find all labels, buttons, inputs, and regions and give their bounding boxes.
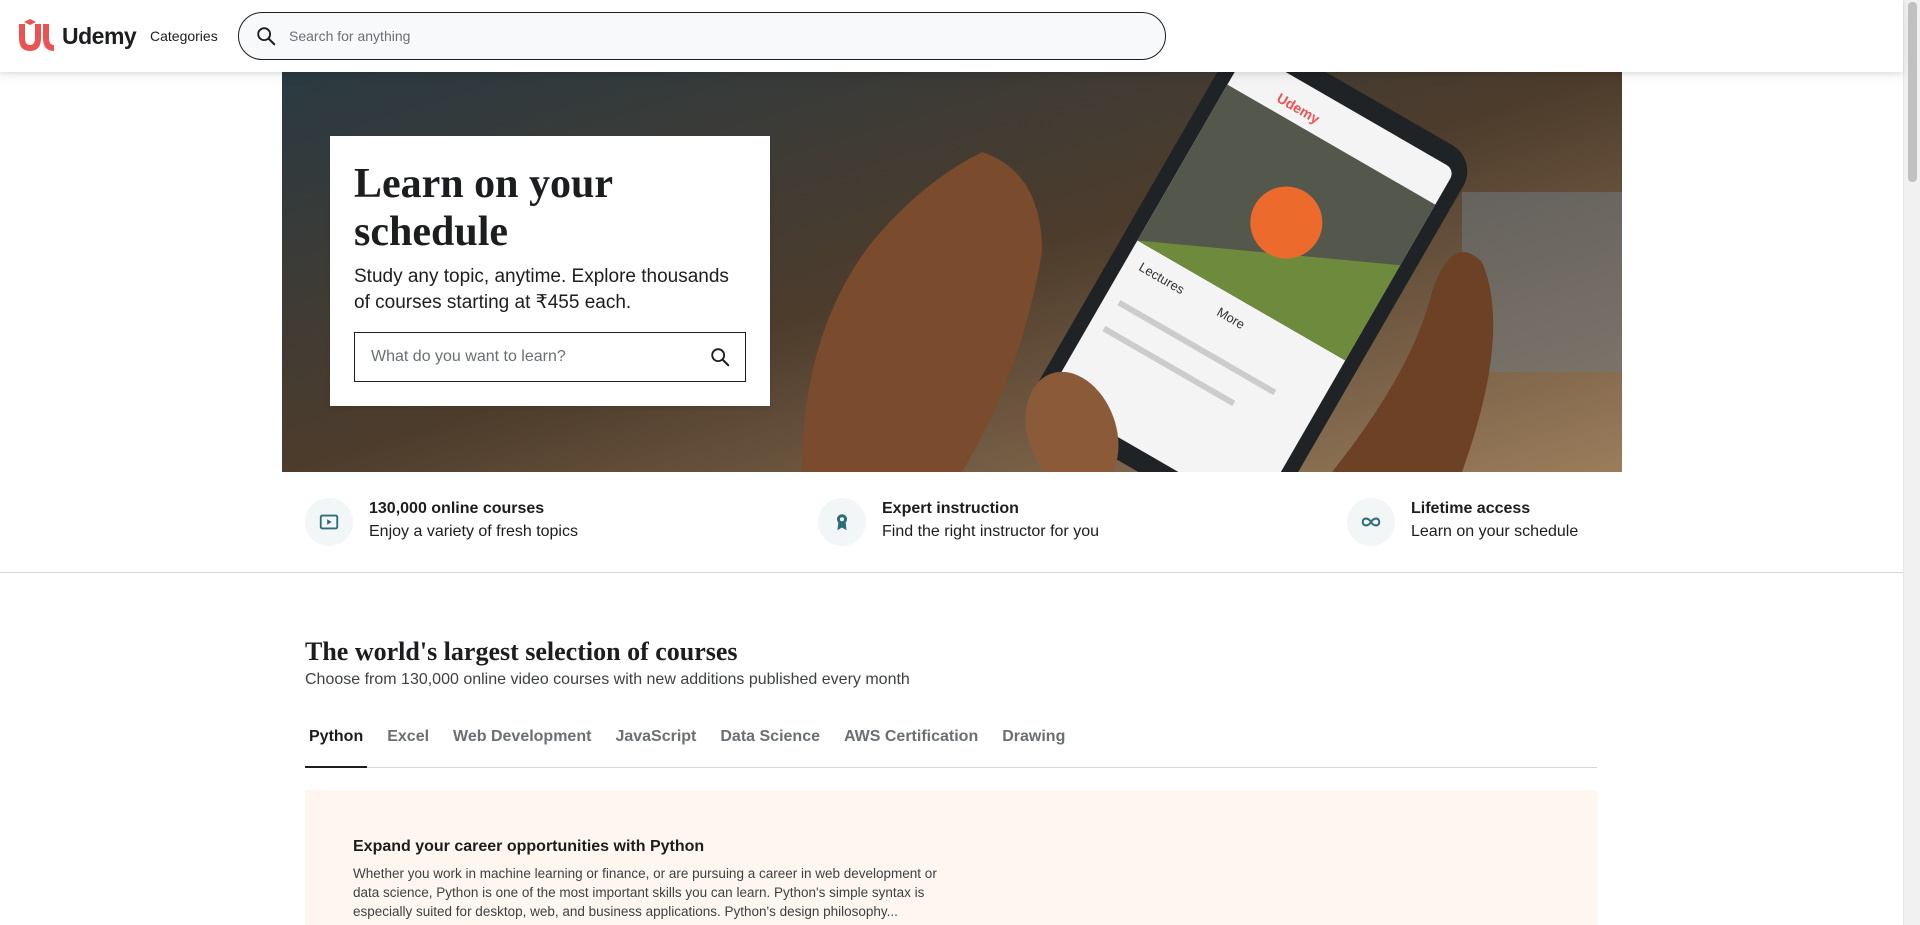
section-title: The world's largest selection of courses: [305, 637, 738, 666]
panel-body: Whether you work in machine learning or …: [353, 866, 937, 919]
tab-javascript[interactable]: JavaScript: [611, 728, 700, 768]
top-header: Udemy Categories: [0, 0, 1903, 72]
feature-title: Lifetime access: [1411, 500, 1531, 517]
feature-strip: 130,000 online courses Enjoy a variety o…: [0, 472, 1903, 573]
search-input[interactable]: [289, 28, 1149, 44]
hero-search-box[interactable]: [354, 332, 746, 382]
feature-desc: Enjoy a variety of fresh topics: [369, 523, 578, 540]
categories-menu[interactable]: Categories: [150, 28, 218, 44]
feature-title: 130,000 online courses: [369, 500, 545, 517]
play-video-icon: [305, 498, 353, 546]
ribbon-award-icon: [818, 498, 866, 546]
tab-data-science[interactable]: Data Science: [716, 728, 824, 768]
header-search-bar[interactable]: [238, 12, 1166, 60]
hero-card: Learn on your schedule Study any topic, …: [330, 136, 770, 406]
tab-python[interactable]: Python: [305, 728, 368, 768]
feature-title: Expert instruction: [882, 500, 1019, 517]
udemy-logo[interactable]: Udemy: [16, 18, 137, 54]
feature-lifetime-access: Lifetime access Learn on your schedule: [1347, 498, 1578, 546]
tab-excel[interactable]: Excel: [383, 728, 433, 768]
feature-online-courses: 130,000 online courses Enjoy a variety o…: [305, 498, 578, 546]
hero-title: Learn on your schedule: [354, 161, 613, 255]
hero-search-icon[interactable]: [709, 346, 731, 368]
feature-expert-instruction: Expert instruction Find the right instru…: [818, 498, 1099, 546]
feature-desc: Find the right instructor for you: [882, 523, 1099, 540]
scrollbar-thumb[interactable]: [1908, 2, 1917, 182]
python-info-panel: Expand your career opportunities with Py…: [305, 790, 1597, 925]
panel-title: Expand your career opportunities with Py…: [353, 838, 705, 855]
logo-text: Udemy: [62, 22, 137, 49]
section-subtitle: Choose from 130,000 online video courses…: [305, 671, 910, 688]
hero-search-input[interactable]: [371, 348, 709, 366]
courses-section: The world's largest selection of courses…: [305, 635, 1597, 768]
course-category-tabs: Python Excel Web Development JavaScript …: [305, 728, 1597, 768]
hero-banner: Udemy Lectures More Learn on your schedu…: [282, 72, 1622, 472]
tab-drawing[interactable]: Drawing: [998, 728, 1069, 768]
udemy-logo-icon: [19, 19, 54, 51]
tab-aws-certification[interactable]: AWS Certification: [840, 728, 982, 768]
search-icon[interactable]: [255, 25, 277, 47]
page-scrollbar[interactable]: [1903, 0, 1920, 925]
infinity-icon: [1347, 498, 1395, 546]
tab-web-development[interactable]: Web Development: [449, 728, 595, 768]
hero-subtitle: Study any topic, anytime. Explore thousa…: [354, 266, 729, 313]
feature-desc: Learn on your schedule: [1411, 523, 1579, 540]
